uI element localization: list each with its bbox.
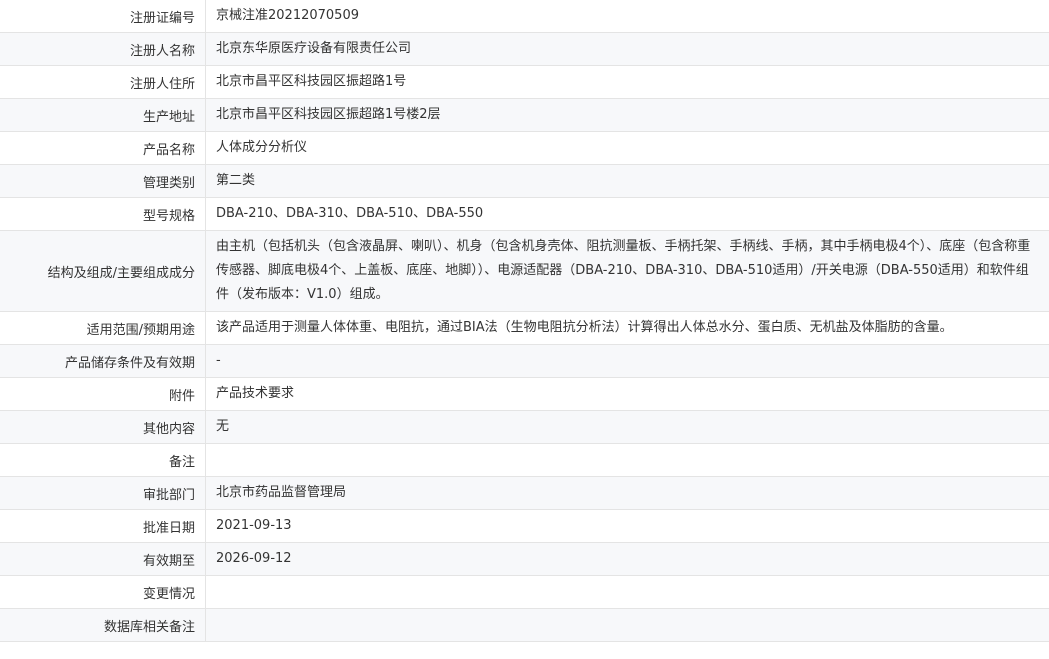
row-approval-department: 审批部门 北京市药品监督管理局 xyxy=(0,477,1049,510)
field-label: 批准日期 xyxy=(0,510,206,542)
field-label: 生产地址 xyxy=(0,99,206,131)
row-intended-use: 适用范围/预期用途 该产品适用于测量人体体重、电阻抗，通过BIA法（生物电阻抗分… xyxy=(0,312,1049,345)
row-product-name: 产品名称 人体成分分析仪 xyxy=(0,132,1049,165)
field-label: 变更情况 xyxy=(0,576,206,608)
field-label: 适用范围/预期用途 xyxy=(0,312,206,344)
field-label: 备注 xyxy=(0,444,206,476)
field-label: 审批部门 xyxy=(0,477,206,509)
row-attachment: 附件 产品技术要求 xyxy=(0,378,1049,411)
row-registrant-address: 注册人住所 北京市昌平区科技园区振超路1号 xyxy=(0,66,1049,99)
field-value: 产品技术要求 xyxy=(216,386,295,401)
field-value: 无 xyxy=(216,419,230,434)
field-value: 北京市昌平区科技园区振超路1号楼2层 xyxy=(216,107,441,122)
field-value: 2026-09-12 xyxy=(216,551,292,566)
row-registrant-name: 注册人名称 北京东华原医疗设备有限责任公司 xyxy=(0,33,1049,66)
row-storage-conditions: 产品储存条件及有效期 - xyxy=(0,345,1049,378)
field-label: 附件 xyxy=(0,378,206,410)
registration-detail-table: 注册证编号 京械注准20212070509 注册人名称 北京东华原医疗设备有限责… xyxy=(0,0,1049,642)
field-label: 其他内容 xyxy=(0,411,206,443)
field-label: 管理类别 xyxy=(0,165,206,197)
field-label: 注册人住所 xyxy=(0,66,206,98)
row-approval-date: 批准日期 2021-09-13 xyxy=(0,510,1049,543)
field-value: 该产品适用于测量人体体重、电阻抗，通过BIA法（生物电阻抗分析法）计算得出人体总… xyxy=(216,320,953,335)
field-value xyxy=(206,576,1049,608)
field-value: - xyxy=(216,353,221,368)
field-value: 北京市药品监督管理局 xyxy=(216,485,347,500)
row-other-content: 其他内容 无 xyxy=(0,411,1049,444)
row-model-spec: 型号规格 DBA-210、DBA-310、DBA-510、DBA-550 xyxy=(0,198,1049,231)
field-value: 由主机（包括机头（包含液晶屏、喇叭）、机身（包含机身壳体、阻抗测量板、手柄托架、… xyxy=(216,239,1031,302)
field-value: 2021-09-13 xyxy=(216,518,292,533)
row-registration-number: 注册证编号 京械注准20212070509 xyxy=(0,0,1049,33)
field-value xyxy=(206,444,1049,476)
row-management-category: 管理类别 第二类 xyxy=(0,165,1049,198)
field-label: 产品名称 xyxy=(0,132,206,164)
field-value: 京械注准20212070509 xyxy=(216,8,359,23)
field-value: 北京市昌平区科技园区振超路1号 xyxy=(216,74,407,89)
row-production-address: 生产地址 北京市昌平区科技园区振超路1号楼2层 xyxy=(0,99,1049,132)
row-remarks: 备注 xyxy=(0,444,1049,477)
row-database-remarks: 数据库相关备注 xyxy=(0,609,1049,642)
field-label: 型号规格 xyxy=(0,198,206,230)
field-value: DBA-210、DBA-310、DBA-510、DBA-550 xyxy=(216,206,484,221)
field-value: 北京东华原医疗设备有限责任公司 xyxy=(216,41,412,56)
field-value: 人体成分分析仪 xyxy=(216,140,308,155)
field-value xyxy=(206,609,1049,641)
row-change-status: 变更情况 xyxy=(0,576,1049,609)
field-label: 注册证编号 xyxy=(0,0,206,32)
field-label: 注册人名称 xyxy=(0,33,206,65)
field-label: 数据库相关备注 xyxy=(0,609,206,641)
field-label: 有效期至 xyxy=(0,543,206,575)
field-value: 第二类 xyxy=(216,173,256,188)
field-label: 产品储存条件及有效期 xyxy=(0,345,206,377)
field-label: 结构及组成/主要组成成分 xyxy=(0,231,206,311)
row-structure-composition: 结构及组成/主要组成成分 由主机（包括机头（包含液晶屏、喇叭）、机身（包含机身壳… xyxy=(0,231,1049,312)
row-valid-until: 有效期至 2026-09-12 xyxy=(0,543,1049,576)
